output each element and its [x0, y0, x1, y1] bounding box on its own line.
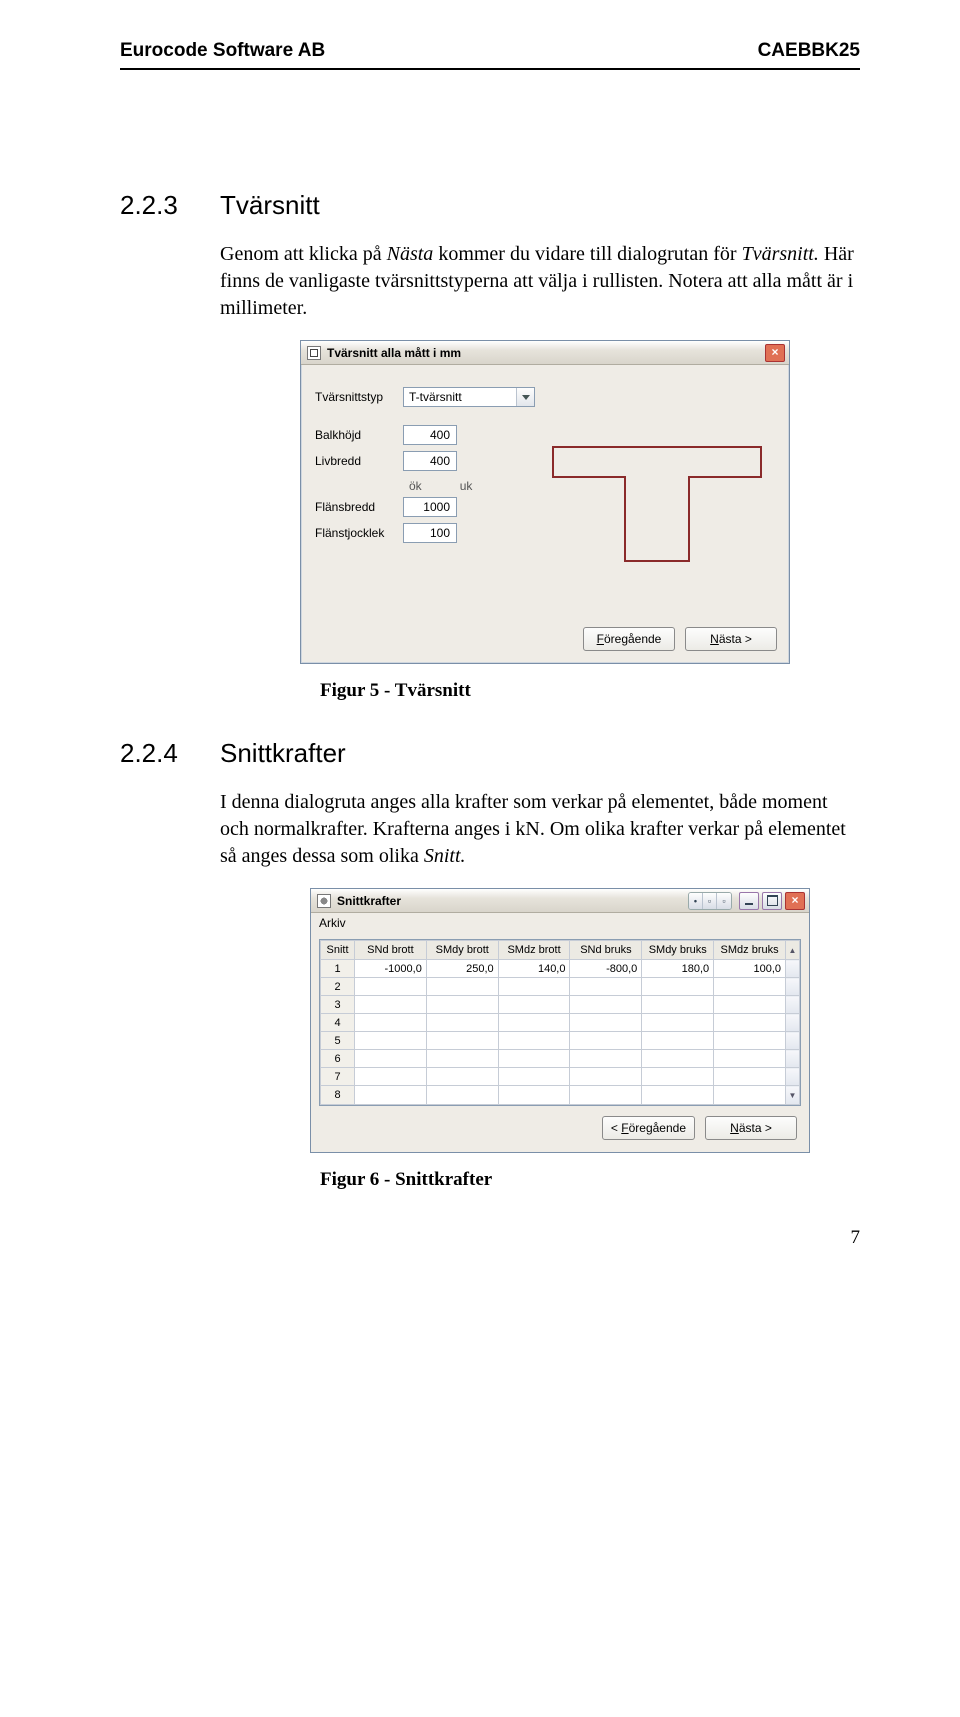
menu-arkiv[interactable]: Arkiv: [319, 916, 346, 930]
table-row[interactable]: 3: [321, 996, 800, 1014]
header-left: Eurocode Software AB: [120, 40, 325, 62]
snittkrafter-dialog: Snittkrafter • ▫ ▫ × Arkiv Snitt SN: [310, 888, 810, 1153]
grid-header-row: Snitt SNd brott SMdy brott SMdz brott SN…: [321, 941, 800, 960]
tvarsnitt-dialog: Tvärsnitt alla mått i mm × Tvärsnittstyp…: [300, 340, 790, 664]
toolbar-icons[interactable]: • ▫ ▫: [688, 892, 732, 910]
figure-caption: Figur 5 - Tvärsnitt: [320, 680, 860, 702]
table-row[interactable]: 8▼: [321, 1086, 800, 1105]
next-button[interactable]: Nästa >: [685, 627, 777, 651]
section2-paragraph: I denna dialogruta anges alla krafter so…: [220, 789, 860, 870]
section-preview: [547, 429, 767, 569]
ok-label: ök: [409, 479, 422, 493]
table-row[interactable]: 4: [321, 1014, 800, 1032]
field-label: Flänstjocklek: [315, 526, 395, 540]
header-right: CAEBBK25: [758, 40, 860, 62]
close-icon[interactable]: ×: [785, 892, 805, 910]
figure-caption: Figur 6 - Snittkrafter: [320, 1169, 860, 1191]
chevron-down-icon[interactable]: [516, 388, 534, 406]
dialog-title: Tvärsnitt alla mått i mm: [327, 346, 461, 360]
minimize-icon[interactable]: [739, 892, 759, 910]
tb-icon-b[interactable]: ▫: [703, 893, 717, 909]
app-icon: [317, 894, 331, 908]
section-title: Tvärsnitt: [220, 190, 320, 221]
section-number: 2.2.4: [120, 738, 192, 769]
section-number: 2.2.3: [120, 190, 192, 221]
balkhojd-input[interactable]: 400: [403, 425, 457, 445]
table-row[interactable]: 1-1000,0250,0140,0-800,0180,0100,0: [321, 960, 800, 978]
table-row[interactable]: 2: [321, 978, 800, 996]
livbredd-input[interactable]: 400: [403, 451, 457, 471]
table-row[interactable]: 7: [321, 1068, 800, 1086]
forces-grid[interactable]: Snitt SNd brott SMdy brott SMdz brott SN…: [319, 939, 801, 1106]
flanstjocklek-input[interactable]: 100: [403, 523, 457, 543]
field-label: Flänsbredd: [315, 500, 395, 514]
uk-label: uk: [460, 479, 473, 493]
section-title: Snittkrafter: [220, 738, 346, 769]
close-icon[interactable]: ×: [765, 344, 785, 362]
tb-icon-a[interactable]: •: [689, 893, 703, 909]
prev-button[interactable]: Föregående: [583, 627, 675, 651]
scroll-down-icon[interactable]: ▼: [786, 1086, 800, 1105]
table-row[interactable]: 6: [321, 1050, 800, 1068]
field-label: Tvärsnittstyp: [315, 390, 395, 404]
prev-button[interactable]: < Föregående: [602, 1116, 695, 1140]
tb-icon-c[interactable]: ▫: [717, 893, 731, 909]
maximize-icon[interactable]: [762, 892, 782, 910]
scroll-up-icon[interactable]: ▲: [786, 941, 800, 960]
dialog-title: Snittkrafter: [337, 894, 401, 908]
flansbredd-input[interactable]: 1000: [403, 497, 457, 517]
tvarsnittstyp-combobox[interactable]: T-tvärsnitt: [403, 387, 535, 407]
field-label: Livbredd: [315, 454, 395, 468]
section1-paragraph: Genom att klicka på Nästa kommer du vida…: [220, 241, 860, 322]
next-button[interactable]: Nästa >: [705, 1116, 797, 1140]
app-icon: [307, 346, 321, 360]
page-number: 7: [120, 1227, 860, 1249]
field-label: Balkhöjd: [315, 428, 395, 442]
table-row[interactable]: 5: [321, 1032, 800, 1050]
